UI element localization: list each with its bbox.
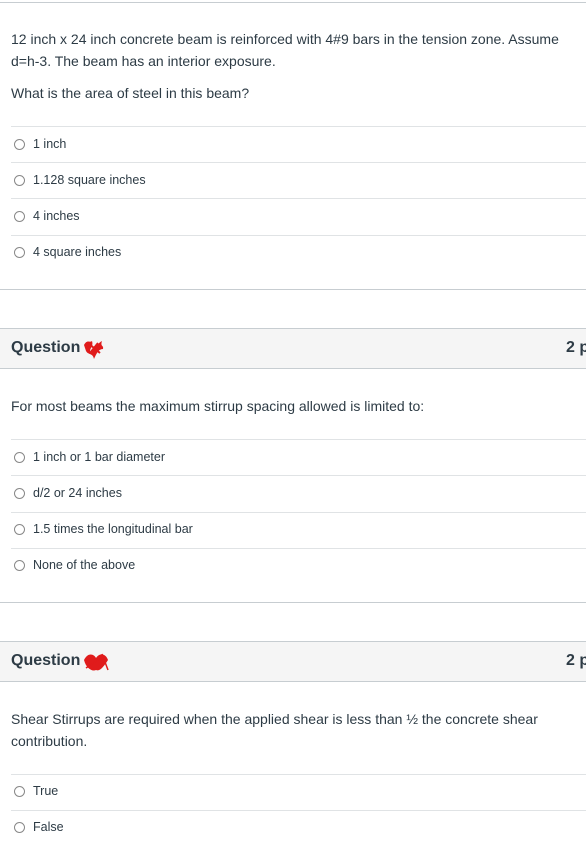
option-divider xyxy=(11,439,586,440)
radio-button[interactable] xyxy=(14,821,25,833)
q3-option-1[interactable]: True xyxy=(14,783,58,799)
question-1-text-line-1: 12 inch x 24 inch concrete beam is reinf… xyxy=(11,31,559,47)
option-label: 1.128 square inches xyxy=(33,173,146,187)
option-divider xyxy=(11,198,586,199)
question-2-header: Question 2 p xyxy=(0,328,586,369)
option-label: d/2 or 24 inches xyxy=(33,486,122,500)
option-divider xyxy=(11,235,586,236)
q2-option-2[interactable]: d/2 or 24 inches xyxy=(14,485,122,501)
radio-button[interactable] xyxy=(14,451,25,463)
option-divider xyxy=(11,475,586,476)
question-3-header: Question 2 p xyxy=(0,641,586,682)
question-1-prompt: What is the area of steel in this beam? xyxy=(11,85,250,101)
question-2-points: 2 p xyxy=(566,339,586,356)
q2-option-1[interactable]: 1 inch or 1 bar diameter xyxy=(14,449,165,465)
option-divider xyxy=(11,162,586,163)
q1-option-2[interactable]: 1.128 square inches xyxy=(14,172,146,188)
top-border xyxy=(0,2,586,3)
question-3-text-line-2: contribution. xyxy=(11,733,88,749)
q3-option-2[interactable]: False xyxy=(14,819,64,835)
option-divider xyxy=(11,810,586,811)
radio-button[interactable] xyxy=(14,210,25,222)
option-label: 4 inches xyxy=(33,209,80,223)
option-divider xyxy=(11,774,586,775)
q1-option-4[interactable]: 4 square inches xyxy=(14,244,121,260)
question-2-title: Question xyxy=(11,339,81,356)
scribble-mark xyxy=(84,653,109,671)
radio-button[interactable] xyxy=(14,523,25,535)
q2-option-3[interactable]: 1.5 times the longitudinal bar xyxy=(14,521,193,537)
option-label: 1 inch xyxy=(33,137,67,151)
option-label: 1.5 times the longitudinal bar xyxy=(33,522,193,536)
question-1-text-line-2: d=h-3. The beam has an interior exposure… xyxy=(11,53,276,69)
q1-option-3[interactable]: 4 inches xyxy=(14,208,80,224)
question-2-bottom-border xyxy=(0,602,586,603)
scribble-mark xyxy=(84,341,104,359)
option-label: None of the above xyxy=(33,558,136,572)
q1-option-1[interactable]: 1 inch xyxy=(14,136,66,152)
option-label: False xyxy=(33,820,64,834)
option-label: True xyxy=(33,784,59,798)
option-label: 4 square inches xyxy=(33,245,122,259)
question-1-bottom-border xyxy=(0,289,586,290)
radio-button[interactable] xyxy=(14,246,25,258)
q2-option-4[interactable]: None of the above xyxy=(14,557,135,573)
question-3-text: Shear Stirrups are required when the app… xyxy=(11,708,581,752)
question-2-text: For most beams the maximum stirrup spaci… xyxy=(11,398,425,414)
option-divider xyxy=(11,512,586,513)
radio-button[interactable] xyxy=(14,559,25,571)
question-3-title: Question xyxy=(11,652,81,669)
radio-button[interactable] xyxy=(14,174,25,186)
radio-button[interactable] xyxy=(14,487,25,499)
option-divider xyxy=(11,548,586,549)
option-label: 1 inch or 1 bar diameter xyxy=(33,450,166,464)
option-divider xyxy=(11,126,586,127)
radio-button[interactable] xyxy=(14,138,25,150)
question-1-text: 12 inch x 24 inch concrete beam is reinf… xyxy=(11,28,581,72)
question-3-text-line-1: Shear Stirrups are required when the app… xyxy=(11,711,538,727)
radio-button[interactable] xyxy=(14,785,25,797)
question-3-points: 2 p xyxy=(566,652,586,669)
